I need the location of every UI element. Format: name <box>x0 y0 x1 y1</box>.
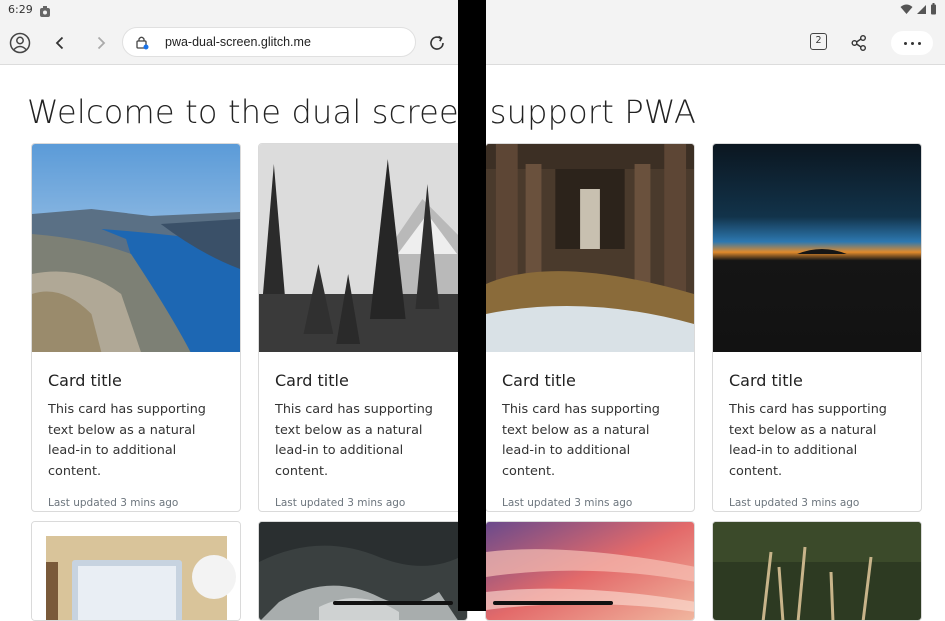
address-bar[interactable]: pwa-dual-screen.glitch.me <box>122 27 416 57</box>
card-updated: Last updated 3 mins ago <box>502 497 633 509</box>
gesture-bar-left[interactable] <box>333 601 453 605</box>
card-updated: Last updated 3 mins ago <box>48 497 179 509</box>
more-menu-button[interactable] <box>891 31 933 55</box>
profile-icon[interactable] <box>6 29 34 57</box>
signal-icon <box>917 4 926 14</box>
share-icon[interactable] <box>845 29 873 57</box>
card: Card title This card has supporting text… <box>258 143 468 512</box>
card <box>485 521 695 621</box>
card-text: This card has supporting text below as a… <box>502 402 660 479</box>
refresh-icon[interactable] <box>423 29 451 57</box>
status-time: 6:29 <box>8 3 33 16</box>
page-title: Welcome to the dual screen support PWA <box>27 93 697 131</box>
notification-icon <box>38 4 52 23</box>
pink-clouds-image <box>486 522 694 620</box>
card <box>31 521 241 621</box>
card: Card title This card has supporting text… <box>31 143 241 512</box>
card <box>258 521 468 621</box>
wifi-icon <box>900 4 913 14</box>
url-text: pwa-dual-screen.glitch.me <box>165 35 311 49</box>
pine-forest-image <box>259 144 467 352</box>
pier-image <box>486 144 694 352</box>
card-title: Card title <box>275 371 349 390</box>
screen-hinge <box>458 0 486 611</box>
card: Card title This card has supporting text… <box>712 143 922 512</box>
card-title: Card title <box>502 371 576 390</box>
card-updated: Last updated 3 mins ago <box>275 497 406 509</box>
card-title: Card title <box>729 371 803 390</box>
card-title: Card title <box>48 371 122 390</box>
grass-field-image <box>713 522 921 620</box>
card-updated: Last updated 3 mins ago <box>729 497 860 509</box>
card-text: This card has supporting text below as a… <box>48 402 206 479</box>
fjord-image <box>32 144 240 352</box>
lock-icon <box>135 35 149 54</box>
battery-icon <box>931 3 936 15</box>
gesture-bar-right[interactable] <box>493 601 613 605</box>
card-text: This card has supporting text below as a… <box>729 402 887 479</box>
back-icon[interactable] <box>46 29 74 57</box>
card: Card title This card has supporting text… <box>485 143 695 512</box>
card-text: This card has supporting text below as a… <box>275 402 433 479</box>
status-icons <box>900 3 937 15</box>
laptop-image <box>32 522 240 620</box>
tabs-button[interactable]: 2 <box>810 33 827 50</box>
misty-forest-image <box>259 522 467 620</box>
card <box>712 521 922 621</box>
forward-icon[interactable] <box>87 29 115 57</box>
sunset-image <box>713 144 921 352</box>
